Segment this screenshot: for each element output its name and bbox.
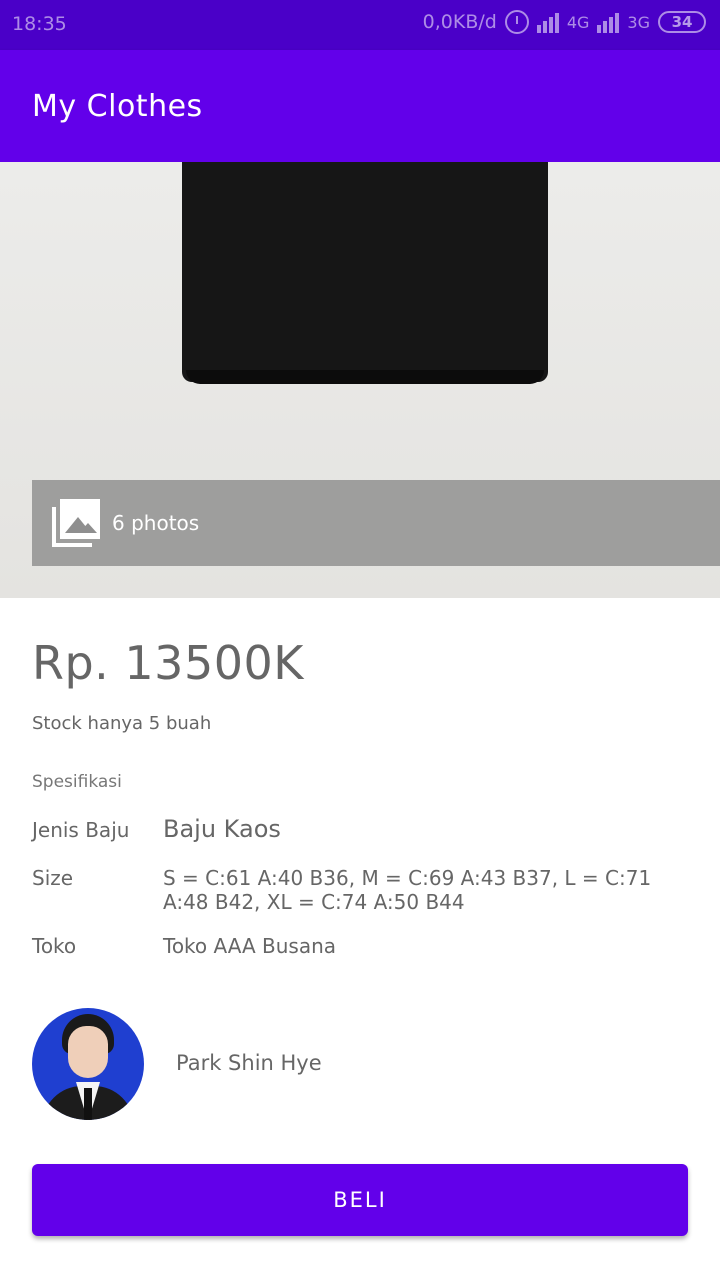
stock-info: Stock hanya 5 buah: [32, 713, 212, 734]
battery-icon: 34: [658, 11, 706, 33]
network-speed: 0,0KB/d: [422, 11, 497, 33]
seller-name: Park Shin Hye: [176, 1051, 322, 1075]
app-title: My Clothes: [32, 88, 203, 124]
spec-label-size: Size: [32, 866, 74, 890]
status-time: 18:35: [12, 13, 67, 35]
photos-count-label: 6 photos: [112, 511, 200, 535]
spec-heading: Spesifikasi: [32, 772, 122, 792]
spec-value-size: S = C:61 A:40 B36, M = C:69 A:43 B37, L …: [163, 866, 652, 914]
seller-avatar[interactable]: [32, 1008, 144, 1120]
app-bar: My Clothes: [0, 50, 720, 162]
spec-label-store: Toko: [32, 934, 77, 958]
status-icons: 0,0KB/d 4G 3G 34: [423, 10, 706, 34]
spec-value-store: Toko AAA Busana: [163, 934, 337, 958]
network-type-2: 3G: [627, 12, 650, 32]
network-type-1: 4G: [566, 12, 590, 32]
spec-value-type: Baju Kaos: [163, 815, 281, 843]
photos-overlay[interactable]: 6 photos: [32, 480, 720, 566]
product-image[interactable]: 6 photos: [0, 162, 720, 598]
shirt-hem: [186, 370, 544, 384]
signal-icon: [536, 11, 559, 33]
spec-label-type: Jenis Baju: [32, 818, 130, 842]
signal-icon: [597, 11, 620, 33]
status-bar: 18:35 0,0KB/d 4G 3G 34: [0, 0, 720, 50]
alarm-icon: [504, 10, 529, 34]
buy-button[interactable]: BELI: [32, 1164, 688, 1236]
product-price: Rp. 13500K: [32, 636, 304, 690]
shirt-image: [182, 162, 548, 382]
gallery-icon: [52, 499, 100, 547]
